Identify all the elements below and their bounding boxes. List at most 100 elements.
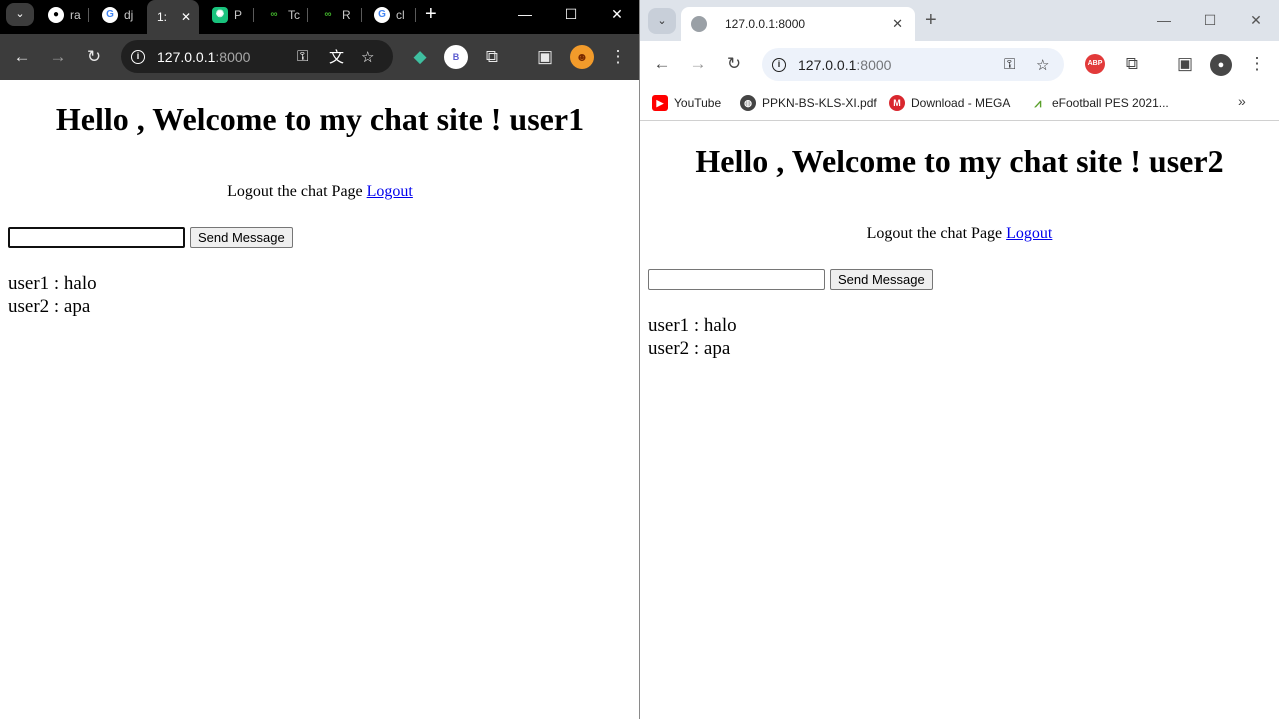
extension-alien-icon[interactable]: ◆ [406, 34, 434, 80]
address-url: 127.0.0.1:8000 [157, 48, 251, 65]
address-bar[interactable]: i 127.0.0.1:8000 ⚿ ☆ [762, 48, 1064, 81]
window-controls: — ☐ ✕ [1141, 6, 1279, 34]
bookmark-youtube[interactable]: ▶ YouTube [652, 93, 721, 113]
key-icon[interactable]: ⚿ [297, 48, 308, 65]
message-item: user2 : apa [648, 338, 731, 359]
minimize-icon[interactable]: — [502, 0, 548, 28]
send-message-button[interactable]: Send Message [190, 227, 293, 248]
chatgpt-icon: ✺ [212, 6, 228, 23]
forward-icon[interactable]: → [44, 34, 72, 80]
tab-google-dj[interactable]: G dj [94, 3, 143, 26]
tab-label: Tc [288, 7, 300, 22]
tab-search-button[interactable]: ⌄ [6, 3, 34, 26]
site-info-icon[interactable]: i [131, 49, 145, 64]
maximize-icon[interactable]: ☐ [548, 0, 594, 28]
tab-github[interactable]: ● ra [40, 3, 89, 26]
globe-icon [691, 16, 707, 32]
forward-icon[interactable]: → [684, 41, 712, 87]
tab-infinity-r[interactable]: ∞ R [312, 3, 362, 26]
message-input[interactable] [648, 269, 825, 290]
profile-icon[interactable]: ● [1210, 54, 1232, 76]
address-bar[interactable]: i 127.0.0.1:8000 ⚿ 文 ☆ [121, 40, 393, 73]
bookmark-label: eFootball PES 2021... [1052, 96, 1169, 110]
minimize-icon[interactable]: — [1141, 6, 1187, 34]
tab-search-button[interactable]: ⌄ [648, 8, 676, 34]
logout-link[interactable]: Logout [367, 183, 413, 200]
chevron-down-icon: ⌄ [657, 15, 667, 27]
star-icon[interactable]: ☆ [361, 48, 374, 66]
side-panel-icon[interactable]: ▣ [531, 34, 559, 80]
tab-label: ra [70, 7, 81, 22]
message-list: user1 : halo user2 : apa [8, 272, 639, 318]
chat-page: Hello , Welcome to my chat site ! user2 … [640, 122, 1279, 719]
tab-title: 127.0.0.1:8000 [725, 17, 806, 31]
bookmark-label: Download - MEGA [911, 96, 1011, 110]
infinity-icon: ∞ [270, 9, 278, 20]
tab-infinity-tc[interactable]: ∞ Tc [258, 3, 308, 26]
extensions-puzzle-icon[interactable]: ⧉ [478, 34, 506, 80]
bookmark-label: PPKN-BS-KLS-XI.pdf [762, 96, 877, 110]
new-tab-button[interactable]: + [925, 9, 937, 31]
close-icon[interactable]: ✕ [892, 16, 903, 32]
menu-kebab-icon[interactable]: ⋮ [604, 34, 632, 80]
bookmark-efootball[interactable]: ⩘ eFootball PES 2021... [1030, 93, 1169, 113]
infinity-icon: ∞ [324, 9, 332, 20]
tab-active-local[interactable]: 127.0.0.1:8000 ✕ [681, 7, 915, 41]
logout-link[interactable]: Logout [1006, 225, 1052, 242]
tab-strip: ⌄ 127.0.0.1:8000 ✕ + — ☐ ✕ [640, 0, 1279, 41]
adblock-plus-icon[interactable]: ABP [1085, 54, 1105, 74]
back-icon[interactable]: ← [648, 41, 676, 87]
close-icon[interactable]: ✕ [181, 10, 191, 24]
mega-icon: M [889, 95, 905, 111]
efootball-icon: ⩘ [1034, 95, 1042, 110]
tab-label: 1: [157, 10, 168, 24]
menu-kebab-icon[interactable]: ⋮ [1243, 41, 1271, 87]
message-form: Send Message [648, 269, 1279, 290]
page-title: Hello , Welcome to my chat site ! user2 [695, 143, 1224, 179]
globe-icon: ◍ [740, 95, 756, 111]
youtube-icon: ▶ [652, 95, 668, 111]
message-input[interactable] [8, 227, 185, 248]
bookmark-ppkn-pdf[interactable]: ◍ PPKN-BS-KLS-XI.pdf [740, 93, 877, 113]
bookmarks-bar: ▶ YouTube ◍ PPKN-BS-KLS-XI.pdf M Downloa… [640, 85, 1279, 121]
profile-badge[interactable]: B [444, 45, 468, 69]
tab-label: R [342, 7, 351, 22]
back-icon[interactable]: ← [8, 34, 36, 80]
tab-label: P [234, 7, 243, 22]
tab-google-cl[interactable]: G cl [366, 3, 416, 26]
close-window-icon[interactable]: ✕ [594, 0, 639, 28]
logout-line: Logout the chat Page Logout [0, 183, 639, 201]
avatar[interactable]: ☻ [570, 45, 594, 69]
chat-page: Hello , Welcome to my chat site ! user1 … [0, 80, 639, 719]
logout-prompt: Logout the chat Page [866, 225, 1003, 242]
message-item: user1 : halo [648, 315, 737, 336]
message-item: user1 : halo [8, 273, 97, 294]
browser-toolbar: ← → ↻ i 127.0.0.1:8000 ⚿ 文 ☆ ◆ B ⧉ ▣ ☻ ⋮ [0, 34, 639, 80]
chevron-double-right-icon[interactable]: » [1238, 93, 1246, 109]
side-panel-icon[interactable]: ▣ [1171, 41, 1199, 87]
tab-label: cl [396, 7, 405, 22]
close-window-icon[interactable]: ✕ [1233, 6, 1279, 34]
tab-label: dj [124, 7, 134, 22]
send-message-button[interactable]: Send Message [830, 269, 933, 290]
google-icon: G [102, 6, 118, 23]
new-tab-button[interactable]: + [425, 3, 437, 25]
translate-icon[interactable]: 文 [329, 46, 344, 67]
maximize-icon[interactable]: ☐ [1187, 6, 1233, 34]
chevron-down-icon: ⌄ [15, 8, 25, 20]
tab-chatgpt[interactable]: ✺ P [204, 3, 254, 26]
reload-icon[interactable]: ↻ [720, 41, 748, 87]
address-url: 127.0.0.1:8000 [798, 56, 892, 73]
reload-icon[interactable]: ↻ [80, 34, 108, 80]
bookmark-label: YouTube [674, 96, 722, 110]
google-icon: G [374, 6, 390, 23]
key-icon[interactable]: ⚿ [1004, 56, 1015, 73]
tab-active-local[interactable]: 1: ✕ [147, 0, 199, 34]
site-info-icon[interactable]: i [772, 57, 786, 72]
browser-toolbar: ← → ↻ i 127.0.0.1:8000 ⚿ ☆ ABP ⧉ ▣ ● ⋮ [640, 41, 1279, 85]
logout-prompt: Logout the chat Page [227, 183, 363, 200]
window-controls: — ☐ ✕ [502, 0, 639, 28]
extensions-puzzle-icon[interactable]: ⧉ [1118, 41, 1146, 87]
bookmark-mega[interactable]: M Download - MEGA [889, 93, 1010, 113]
star-icon[interactable]: ☆ [1036, 56, 1049, 74]
